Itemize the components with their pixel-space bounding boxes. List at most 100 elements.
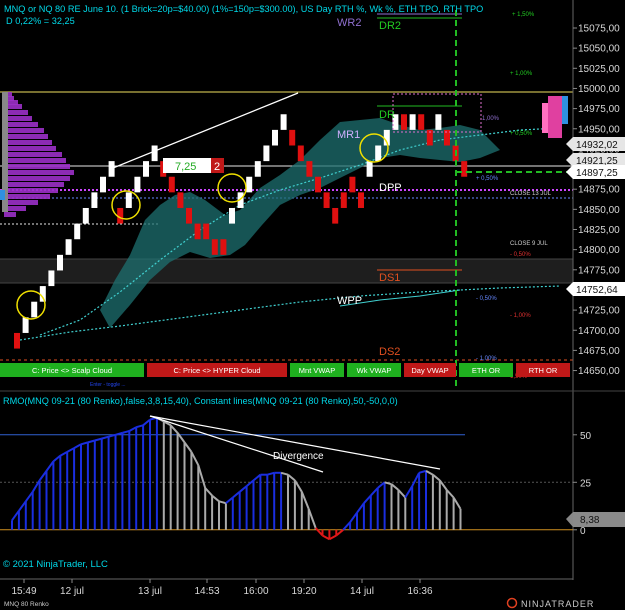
pct-m1-a: - 1,00%	[510, 313, 531, 319]
profile-bar	[4, 158, 66, 163]
toolbar-button[interactable]: ETH OR	[459, 363, 513, 377]
renko-brick	[358, 192, 364, 208]
indicator-title: RMO(MNQ 09-21 (80 Renko),false,3,8,15,40…	[3, 396, 398, 406]
renko-brick	[22, 317, 29, 333]
rmo-line-segment	[363, 494, 372, 504]
right-profile-block	[548, 96, 562, 138]
profile-bar	[4, 188, 58, 193]
rmo-line-segment	[452, 496, 462, 510]
rmo-line-segment	[356, 502, 365, 514]
profile-bar	[4, 200, 38, 205]
toolbar-button-label[interactable]: ETH OR	[472, 366, 501, 375]
rmo-line-segment	[122, 430, 130, 434]
toolbar-button-label[interactable]: C: Price <> Scalp Cloud	[32, 366, 112, 375]
renko-brick	[332, 207, 339, 224]
rmo-line-segment	[73, 443, 82, 449]
profile-bar	[4, 146, 56, 151]
renko-brick	[82, 207, 89, 224]
toolbar-button[interactable]: C: Price <> Scalp Cloud	[0, 363, 144, 377]
label-dr1: DR	[379, 109, 395, 121]
time-tick-label: 16:00	[243, 586, 268, 597]
toolbar-button-label[interactable]: Mnt VWAP	[299, 366, 335, 375]
renko-brick	[280, 114, 287, 130]
vwap-line-2	[19, 285, 561, 341]
renko-brick	[186, 207, 192, 224]
price-tick-label: 15050,00	[578, 44, 620, 55]
renko-brick	[125, 192, 132, 208]
rmo-line-segment	[232, 491, 241, 499]
toolbar-button[interactable]: Mnt VWAP	[290, 363, 344, 377]
rmo-line-segment	[59, 451, 68, 457]
pct-1-right: + 1,00%	[510, 71, 533, 77]
toolbar-button[interactable]: C: Price <> HYPER Cloud	[147, 363, 287, 377]
price-flag-label: 14752,64	[576, 285, 618, 296]
toolbar-button-label[interactable]: RTH OR	[529, 366, 558, 375]
right-profile-block-3	[562, 96, 568, 124]
rmo-line-segment	[66, 447, 75, 453]
rmo-line-segment	[432, 473, 441, 482]
pct-close13: CLOSE 13 JUL	[510, 191, 552, 197]
renko-brick	[143, 161, 149, 177]
renko-brick	[151, 145, 158, 162]
profile-bar	[4, 134, 48, 139]
time-axis: 15:49 12 jul 13 jul 14:53 16:00 19:20 14 jul 16…	[11, 579, 433, 597]
rmo-tick-label: 0	[580, 526, 586, 537]
price-tick-label: 15025,00	[578, 64, 620, 75]
renko-brick	[177, 192, 184, 208]
toolbar-button[interactable]: Wk VWAP	[347, 363, 401, 377]
toolbar-button-label[interactable]: C: Price <> HYPER Cloud	[173, 366, 260, 375]
rmo-line-segment	[80, 441, 89, 446]
rmo-line-segment	[384, 481, 392, 486]
time-tick-label: 14 jul	[350, 586, 374, 597]
toolbar-button[interactable]: RTH OR	[516, 363, 570, 377]
time-tick-label: 16:36	[407, 586, 432, 597]
volume-profile	[0, 92, 74, 217]
rmo-histogram	[0, 416, 573, 541]
price-tick-label: 14875,00	[578, 185, 620, 196]
time-tick-label: 19:20	[291, 586, 316, 597]
renko-brick	[65, 239, 72, 255]
price-tick-label: 14675,00	[578, 346, 620, 357]
rmo-line-segment	[370, 487, 379, 497]
toolbar-button-label[interactable]: Wk VWAP	[357, 366, 392, 375]
profile-bar	[4, 152, 62, 157]
label-mr1: MR1	[337, 129, 360, 141]
rmo-line-segment	[425, 470, 434, 476]
chart-canvas: 7,25 2 WR2 DR2 MR1 DR DPP DS1 WPP DS2 + …	[0, 0, 625, 609]
toolbar-button[interactable]: Day VWAP	[404, 363, 456, 377]
profile-poc	[0, 190, 5, 200]
rmo-line-segment	[197, 464, 207, 489]
price-tick-label: 14650,00	[578, 366, 620, 377]
label-dpp: DPP	[379, 182, 402, 194]
toolbar-footnote: Enter - toggle ...	[90, 382, 126, 388]
trend-line-up	[112, 92, 299, 169]
renko-brick	[254, 161, 261, 177]
rmo-line-segment	[445, 489, 455, 499]
profile-bar	[4, 116, 32, 121]
renko-brick	[340, 192, 347, 208]
price-panel: 7,25 2 WR2 DR2 MR1 DR DPP DS1 WPP DS2 + …	[0, 10, 573, 390]
rmo-line-segment	[190, 451, 200, 466]
renko-brick	[375, 145, 382, 162]
renko-brick	[211, 239, 218, 255]
profile-bar	[4, 128, 44, 133]
renko-brick	[323, 192, 330, 208]
right-profile-block-2	[542, 103, 548, 133]
renko-brick	[461, 161, 468, 177]
toolbar-button-label[interactable]: Day VWAP	[411, 366, 448, 375]
annotation-bricks: 2	[214, 161, 220, 173]
profile-bar	[4, 182, 64, 187]
divergence-label: Divergence	[273, 451, 324, 462]
renko-brick	[435, 114, 442, 130]
rmo-line-segment	[267, 471, 275, 476]
footer-instrument: MNQ 80 Renko	[4, 601, 49, 608]
header-title: MNQ or NQ 80 RE June 10. (1 Brick=20p=$4…	[4, 4, 483, 14]
rmo-line-segment	[239, 485, 248, 493]
highlight-circle-1	[16, 290, 46, 320]
rmo-line-segment	[322, 534, 330, 541]
renko-brick	[220, 239, 227, 255]
rmo-line-segment	[101, 435, 109, 440]
renko-brick	[401, 114, 407, 130]
price-tick-label: 14950,00	[578, 124, 620, 135]
rmo-line-segment	[287, 473, 296, 482]
